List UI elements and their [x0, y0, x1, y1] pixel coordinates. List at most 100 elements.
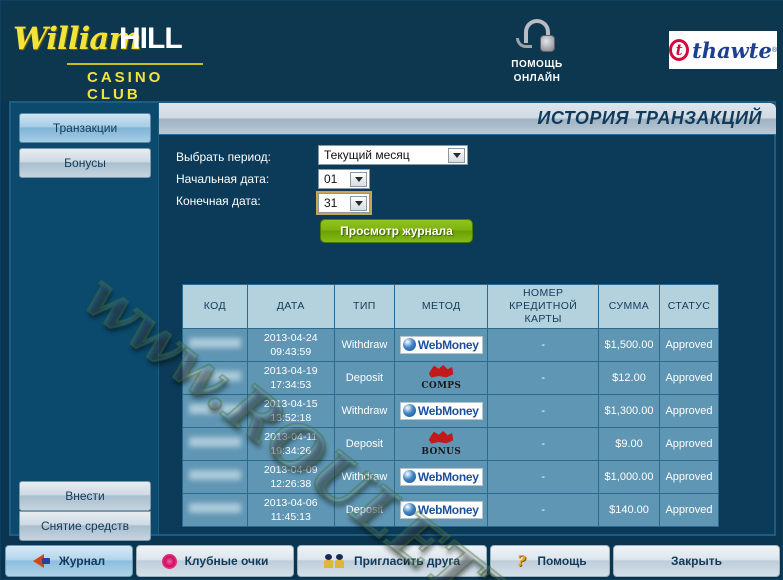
william-hill-logo: William HILL CASINO CLUB — [11, 19, 203, 103]
sidebar-item-transactions[interactable]: Транзакции — [19, 113, 151, 143]
journal-icon — [32, 554, 51, 568]
star-blob-icon — [428, 431, 454, 444]
sidebar-item-label: Внести — [65, 489, 105, 503]
main-panel: ИСТОРИЯ ТРАНЗАКЦИЙ Транзакции Бонусы Вне… — [9, 101, 776, 541]
thawte-t-icon: t — [669, 39, 690, 61]
end-date-value: 31 — [324, 196, 338, 210]
panel-titlebar: ИСТОРИЯ ТРАНЗАКЦИЙ — [159, 103, 776, 135]
webmoney-logo: WebMoney — [399, 336, 483, 354]
column-header-date: ДАТА — [246, 284, 335, 329]
column-header-amount: СУММА — [598, 284, 660, 329]
invite-friend-button[interactable]: Пригласить друга — [297, 545, 487, 577]
globe-icon — [402, 503, 416, 516]
table-row[interactable]: 2013-04-06 11:45:13 Deposit WebMoney - $140.0… — [182, 493, 720, 527]
webmoney-label: WebMoney — [417, 503, 479, 517]
date-value: 2013-04-19 — [263, 365, 318, 377]
period-label: Выбрать период: — [176, 150, 271, 164]
table-row[interactable]: 2013-04-15 13:52:18 Withdraw WebMoney - $1,30… — [182, 394, 720, 428]
cell-code — [182, 328, 248, 362]
cell-code — [182, 361, 248, 395]
badge-label: BONUS — [421, 446, 462, 457]
table-row[interactable]: 2013-04-11 19:34:26 Deposit BONUS - $9.00 Appr… — [182, 427, 720, 461]
thawte-seal[interactable]: t thawte ® — [669, 31, 777, 69]
chevron-down-icon[interactable] — [350, 172, 367, 187]
period-select[interactable]: Текущий месяц — [318, 145, 468, 165]
bottom-toolbar: Журнал Клубные очки Пригласить друга ? П… — [1, 542, 783, 580]
sidebar-item-bonuses[interactable]: Бонусы — [19, 148, 151, 178]
cell-amount: $12.00 — [598, 361, 660, 395]
cell-amount: $1,500.00 — [598, 328, 660, 362]
cell-amount: $1,000.00 — [598, 460, 660, 494]
cell-card-number: - — [487, 460, 600, 494]
page-title: ИСТОРИЯ ТРАНЗАКЦИЙ — [537, 108, 762, 128]
redacted-code — [188, 404, 241, 414]
chevron-down-icon[interactable] — [448, 148, 465, 163]
column-header-card: НОМЕР КРЕДИТНОЙ КАРТЫ — [487, 284, 600, 329]
cell-status: Approved — [658, 361, 720, 395]
logo-divider — [67, 63, 203, 65]
chevron-down-icon[interactable] — [350, 196, 367, 211]
cell-card-number: - — [487, 427, 600, 461]
journal-button[interactable]: Журнал — [5, 545, 133, 577]
logo-subtitle: CASINO CLUB — [87, 69, 164, 103]
close-label: Закрыть — [670, 554, 723, 568]
cell-type: Withdraw — [333, 394, 396, 428]
help-online-link[interactable]: ПОМОЩЬ ОНЛАЙН — [501, 19, 573, 85]
cell-method: COMPS — [394, 361, 489, 395]
logo-bold-text: HILL — [119, 22, 183, 55]
sidebar-item-label: Снятие средств — [41, 519, 129, 533]
globe-icon — [402, 338, 416, 351]
start-date-select[interactable]: 01 — [318, 169, 370, 189]
cell-method: BONUS — [394, 427, 489, 461]
redacted-code — [188, 338, 241, 348]
close-button[interactable]: Закрыть — [613, 545, 780, 577]
help-button[interactable]: ? Помощь — [490, 545, 610, 577]
sidebar-item-label: Транзакции — [52, 121, 118, 135]
star-blob-icon — [428, 365, 454, 378]
view-journal-label: Просмотр журнала — [340, 224, 453, 238]
cell-method: WebMoney — [394, 328, 489, 362]
view-journal-button[interactable]: Просмотр журнала — [320, 219, 473, 243]
cell-type: Withdraw — [333, 460, 396, 494]
club-points-button[interactable]: Клубные очки — [136, 545, 294, 577]
question-mark-icon: ? — [516, 552, 526, 570]
club-points-label: Клубные очки — [184, 554, 269, 568]
table-row[interactable]: 2013-04-19 17:34:53 Deposit COMPS - $12.00 App… — [182, 361, 720, 395]
date-value: 2013-04-24 — [263, 332, 318, 344]
cell-date: 2013-04-19 17:34:53 — [246, 361, 335, 395]
sidebar-item-withdraw[interactable]: Снятие средств — [19, 511, 151, 541]
sidebar-item-deposit[interactable]: Внести — [19, 481, 151, 511]
cell-card-number: - — [487, 361, 600, 395]
help-online-label-2: ОНЛАЙН — [513, 73, 561, 84]
cell-code — [182, 460, 248, 494]
journal-label: Журнал — [58, 554, 106, 568]
help-online-label-1: ПОМОЩЬ — [511, 59, 563, 70]
cell-type: Deposit — [333, 361, 396, 395]
cell-date: 2013-04-09 12:26:38 — [246, 460, 335, 494]
column-header-method: МЕТОД — [394, 284, 489, 329]
table-header-row: КОД ДАТА ТИП МЕТОД НОМЕР КРЕДИТНОЙ КАРТЫ… — [182, 284, 720, 329]
cell-type: Deposit — [333, 427, 396, 461]
sidebar-item-label: Бонусы — [64, 156, 106, 170]
cell-card-number: - — [487, 493, 600, 527]
cell-date: 2013-04-24 09:43:59 — [246, 328, 335, 362]
time-value: 19:34:26 — [270, 445, 312, 457]
bonus-badge: BONUS — [421, 431, 461, 457]
cell-status: Approved — [658, 460, 720, 494]
content-area: Выбрать период: Начальная дата: Конечная… — [160, 136, 774, 534]
table-body: 2013-04-24 09:43:59 Withdraw WebMoney - $1,50… — [182, 328, 720, 527]
date-value: 2013-04-15 — [263, 398, 318, 410]
end-date-select[interactable]: 31 — [316, 191, 372, 215]
cell-type: Deposit — [333, 493, 396, 527]
help-label: Помощь — [537, 554, 587, 568]
headset-icon — [514, 19, 560, 57]
table-row[interactable]: 2013-04-09 12:26:38 Withdraw WebMoney - $1,00… — [182, 460, 720, 494]
table-row[interactable]: 2013-04-24 09:43:59 Withdraw WebMoney - $1,50… — [182, 328, 720, 362]
cell-date: 2013-04-11 19:34:26 — [246, 427, 335, 461]
time-value: 09:43:59 — [270, 346, 312, 358]
time-value: 12:26:38 — [270, 478, 312, 490]
date-value: 2013-04-06 — [263, 497, 318, 509]
cell-status: Approved — [658, 328, 720, 362]
column-header-status: СТАТУС — [658, 284, 720, 329]
transactions-table: КОД ДАТА ТИП МЕТОД НОМЕР КРЕДИТНОЙ КАРТЫ… — [181, 283, 720, 528]
